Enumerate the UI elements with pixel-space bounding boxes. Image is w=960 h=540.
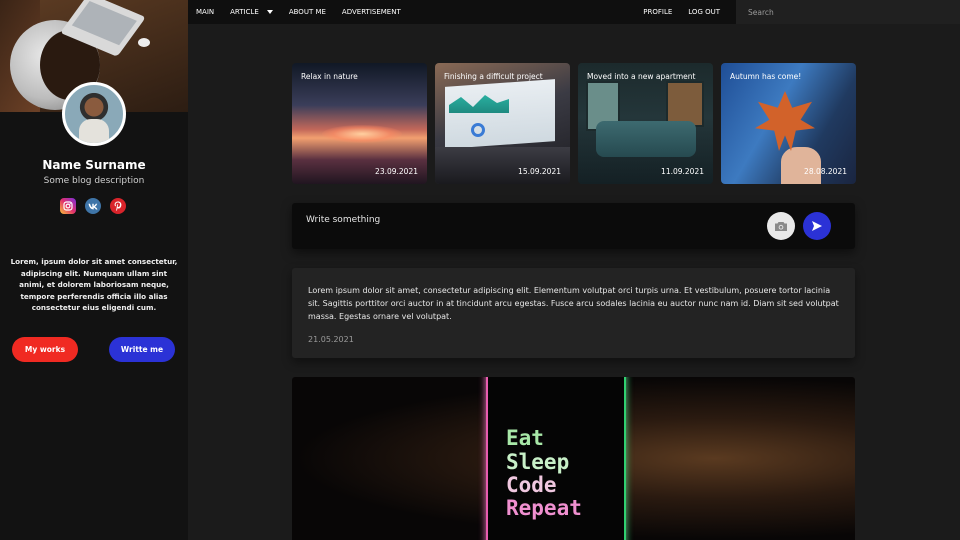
card-date: 28.08.2021 — [804, 167, 847, 176]
nav-right: PROFILE LOG OUT — [635, 0, 960, 24]
nav-profile[interactable]: PROFILE — [635, 0, 680, 24]
post-text: Lorem ipsum dolor sit amet, consectetur … — [308, 286, 839, 321]
profile-about: Lorem, ipsum dolor sit amet consectetur,… — [10, 257, 178, 312]
image-text-line: Eat — [506, 426, 544, 450]
profile-name: Name Surname — [42, 158, 146, 172]
camera-icon — [775, 221, 787, 231]
card-title: Autumn has come! — [730, 72, 802, 81]
card-new-apartment[interactable]: Moved into a new apartment 11.09.2021 — [578, 63, 713, 184]
composer-input[interactable]: Write something — [306, 215, 380, 225]
text-post: Lorem ipsum dolor sit amet, consectetur … — [292, 268, 855, 358]
camera-button[interactable] — [767, 212, 795, 240]
sidebar: Name Surname Some blog description Lorem… — [0, 0, 188, 540]
image-text-line: Repeat — [506, 496, 582, 520]
card-finishing-project[interactable]: Finishing a difficult project 15.09.2021 — [435, 63, 570, 184]
profile-description: Some blog description — [43, 176, 145, 186]
avatar[interactable] — [62, 82, 126, 146]
pinterest-icon[interactable] — [110, 198, 126, 214]
social-links — [60, 198, 126, 214]
post-date: 21.05.2021 — [308, 335, 354, 344]
send-button[interactable] — [803, 212, 831, 240]
top-navigation: MAIN ARTICLE ABOUT ME ADVERTISEMENT PROF… — [188, 0, 960, 24]
send-icon — [812, 221, 822, 231]
nav-advertisement[interactable]: ADVERTISEMENT — [334, 0, 409, 24]
card-date: 15.09.2021 — [518, 167, 561, 176]
card-relax-in-nature[interactable]: Relax in nature 23.09.2021 — [292, 63, 427, 184]
card-title: Moved into a new apartment — [587, 72, 696, 81]
nav-main[interactable]: MAIN — [188, 0, 222, 24]
card-autumn[interactable]: Autumn has come! 28.08.2021 — [721, 63, 856, 184]
nav-about-me[interactable]: ABOUT ME — [281, 0, 334, 24]
card-title: Finishing a difficult project — [444, 72, 543, 81]
card-title: Relax in nature — [301, 72, 358, 81]
image-text-line: Sleep — [506, 450, 570, 474]
featured-cards: Relax in nature 23.09.2021 Finishing a d… — [292, 63, 856, 184]
instagram-icon[interactable] — [60, 198, 76, 214]
write-me-button[interactable]: Writte me — [109, 337, 175, 362]
vk-icon[interactable] — [85, 198, 101, 214]
search-input[interactable] — [736, 0, 960, 24]
card-date: 23.09.2021 — [375, 167, 418, 176]
nav-article-label: ARTICLE — [230, 8, 259, 16]
image-text-line: Code — [506, 473, 557, 497]
post-composer: Write something — [292, 203, 855, 249]
nav-log-out[interactable]: LOG OUT — [680, 0, 728, 24]
image-post[interactable]: Eat Sleep Code Repeat — [292, 377, 855, 540]
my-works-button[interactable]: My works — [12, 337, 78, 362]
card-date: 11.09.2021 — [661, 167, 704, 176]
chevron-down-icon — [266, 10, 273, 14]
nav-article[interactable]: ARTICLE — [222, 0, 281, 24]
